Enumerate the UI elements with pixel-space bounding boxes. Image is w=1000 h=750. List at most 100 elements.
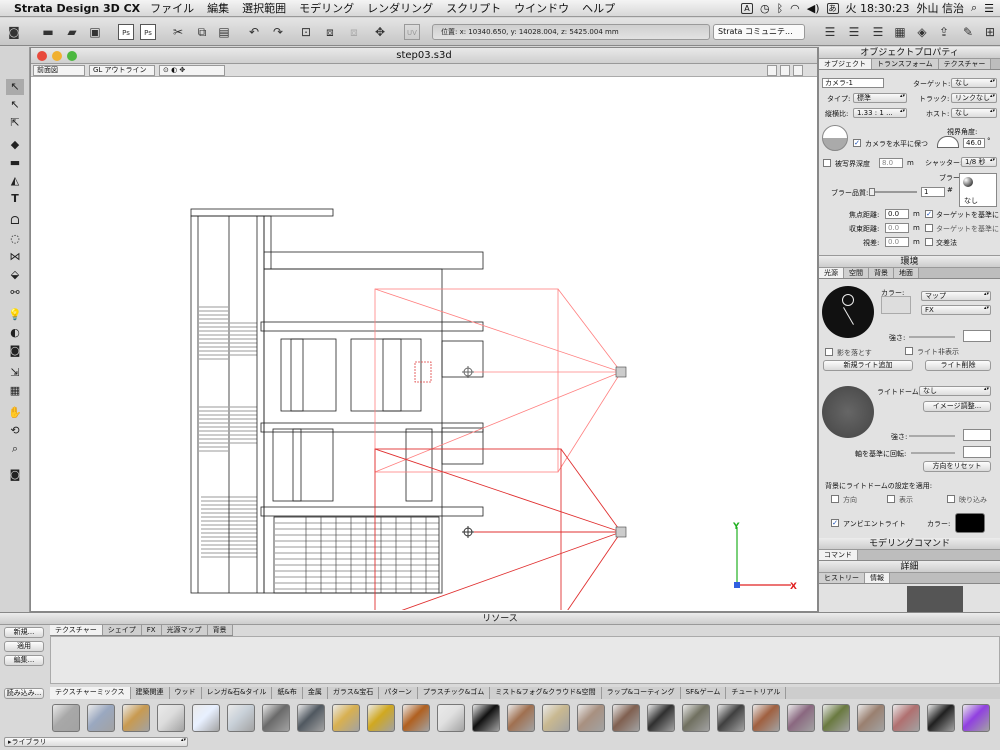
close-window-icon[interactable] bbox=[37, 51, 47, 61]
ungroup-icon[interactable]: ⧈ bbox=[346, 24, 362, 40]
apply-resource-button[interactable]: 適用 bbox=[4, 641, 44, 652]
split-view-icon[interactable] bbox=[767, 65, 777, 76]
user-name[interactable]: 外山 信治 bbox=[916, 0, 964, 16]
strength-slider[interactable] bbox=[909, 336, 955, 338]
texture-swatch[interactable] bbox=[227, 704, 255, 732]
palette-icon[interactable]: ▦ bbox=[892, 24, 908, 40]
focal-field[interactable]: 0.0 bbox=[885, 209, 909, 219]
clock[interactable]: 火 18:30:23 bbox=[846, 0, 910, 16]
texture-swatch[interactable] bbox=[192, 704, 220, 732]
light-preview[interactable] bbox=[822, 286, 874, 338]
tab-background[interactable]: 背景 bbox=[869, 268, 894, 278]
texture-swatch[interactable] bbox=[787, 704, 815, 732]
new-resource-button[interactable]: 新規... bbox=[4, 627, 44, 638]
texture-swatch[interactable] bbox=[437, 704, 465, 732]
group-icon[interactable]: ⧈ bbox=[322, 24, 338, 40]
menu-rendering[interactable]: レンダリング bbox=[367, 0, 433, 16]
category-tab[interactable]: 紙&布 bbox=[272, 687, 303, 699]
texture-swatch[interactable] bbox=[507, 704, 535, 732]
light-color-swatch[interactable] bbox=[881, 296, 911, 314]
wifi-icon[interactable]: ◠ bbox=[790, 2, 800, 15]
map-select[interactable]: マップ bbox=[921, 291, 991, 301]
target-base-checkbox-1[interactable]: ✓ bbox=[925, 210, 933, 218]
category-tab[interactable]: ラップ&コーティング bbox=[601, 687, 681, 699]
bluetooth-icon[interactable]: ᛒ bbox=[777, 2, 784, 15]
redo-icon[interactable]: ↷ bbox=[270, 24, 286, 40]
select-group-icon[interactable]: ⇱ bbox=[6, 115, 24, 131]
strength-field[interactable] bbox=[963, 330, 991, 342]
camera-tool-icon[interactable]: ◙ bbox=[6, 343, 24, 359]
track-select[interactable]: リンクなし bbox=[951, 93, 997, 103]
script-icon[interactable]: ✎ bbox=[960, 24, 976, 40]
tab-lightmap[interactable]: 光源マップ bbox=[161, 625, 208, 635]
fx-select[interactable]: FX bbox=[921, 305, 991, 315]
new-light-button[interactable]: 新規ライト追加 bbox=[823, 360, 913, 371]
tab-info[interactable]: 情報 bbox=[865, 573, 890, 583]
delete-light-button[interactable]: ライト削除 bbox=[925, 360, 991, 371]
cast-shadow-checkbox[interactable] bbox=[825, 348, 833, 356]
edit-resource-button[interactable]: 編集... bbox=[4, 655, 44, 666]
category-tab[interactable]: ウッド bbox=[169, 687, 202, 699]
tab-ground[interactable]: 地面 bbox=[894, 268, 919, 278]
paste-icon[interactable]: ▤ bbox=[216, 24, 232, 40]
tab-shapes[interactable]: シェイプ bbox=[102, 625, 142, 635]
texture-swatch[interactable] bbox=[367, 704, 395, 732]
blur-preview[interactable]: なし bbox=[959, 173, 997, 207]
undo-icon[interactable]: ↶ bbox=[246, 24, 262, 40]
target-select[interactable]: なし bbox=[951, 78, 997, 88]
tab-light[interactable]: 光源 bbox=[819, 268, 844, 278]
texture-swatch[interactable] bbox=[647, 704, 675, 732]
texture-swatch[interactable] bbox=[717, 704, 745, 732]
transform-icon[interactable]: ✥ bbox=[372, 24, 388, 40]
category-tab[interactable]: パターン bbox=[379, 687, 418, 699]
grid-view-icon[interactable] bbox=[780, 65, 790, 76]
hide-light-checkbox[interactable] bbox=[905, 347, 913, 355]
uv-icon[interactable]: UV bbox=[404, 24, 420, 40]
texture-swatch[interactable] bbox=[857, 704, 885, 732]
light-dome-preview[interactable] bbox=[822, 386, 874, 438]
direction-checkbox[interactable] bbox=[831, 495, 839, 503]
paint-icon[interactable]: ◭ bbox=[6, 173, 24, 189]
align-center-icon[interactable]: ☰ bbox=[846, 24, 862, 40]
hand-icon[interactable]: ✋ bbox=[6, 405, 24, 421]
fov-field[interactable]: 46.0 bbox=[963, 138, 985, 148]
cut-icon[interactable]: ✂ bbox=[170, 24, 186, 40]
texture-swatch[interactable] bbox=[402, 704, 430, 732]
texture-swatch[interactable] bbox=[962, 704, 990, 732]
ime-icon[interactable]: あ bbox=[826, 2, 839, 14]
reflect-checkbox[interactable] bbox=[947, 495, 955, 503]
texture-swatch[interactable] bbox=[52, 704, 80, 732]
new-doc-icon[interactable]: ▬ bbox=[40, 24, 56, 40]
app-menu[interactable]: Strata Design 3D CX bbox=[14, 2, 140, 15]
texture-swatch[interactable] bbox=[682, 704, 710, 732]
rect-icon[interactable]: ▬ bbox=[6, 155, 24, 171]
texture-swatch[interactable] bbox=[87, 704, 115, 732]
tab-command[interactable]: コマンド bbox=[819, 550, 858, 560]
spotlight-icon[interactable]: ⌕ bbox=[971, 1, 977, 15]
convergence-field[interactable]: 0.0 bbox=[885, 223, 909, 233]
category-tab[interactable]: ミスト&フォグ&クラウド&空間 bbox=[490, 687, 602, 699]
copy-icon[interactable]: ⧉ bbox=[194, 24, 210, 40]
menu-selection[interactable]: 選択範囲 bbox=[242, 0, 286, 16]
shutter-select[interactable]: 1/8 秒 bbox=[961, 157, 997, 167]
texture-swatch[interactable] bbox=[122, 704, 150, 732]
select-arrow-icon[interactable]: ↖ bbox=[6, 79, 24, 95]
align-right-icon[interactable]: ☰ bbox=[870, 24, 886, 40]
minimize-window-icon[interactable] bbox=[52, 51, 62, 61]
type-select[interactable]: 標準 bbox=[853, 93, 907, 103]
menu-modeling[interactable]: モデリング bbox=[299, 0, 354, 16]
texture-swatch[interactable] bbox=[927, 704, 955, 732]
texture-swatch[interactable] bbox=[892, 704, 920, 732]
grid-icon[interactable]: ▦ bbox=[6, 383, 24, 399]
photoshop-icon[interactable]: Ps bbox=[118, 24, 134, 40]
fit-view-icon[interactable]: ⊡ bbox=[298, 24, 314, 40]
community-dropdown[interactable]: Strata コミュニテ... bbox=[713, 24, 805, 40]
tab-textures[interactable]: テクスチャー bbox=[50, 625, 103, 635]
tab-space[interactable]: 空間 bbox=[844, 268, 869, 278]
modeling-viewport[interactable]: Y X bbox=[31, 77, 817, 610]
texture-swatch[interactable] bbox=[297, 704, 325, 732]
target-base-checkbox-2[interactable] bbox=[925, 224, 933, 232]
text-tool-icon[interactable]: T bbox=[6, 191, 24, 207]
render-camera-icon[interactable]: ◙ bbox=[6, 467, 24, 483]
library-select[interactable]: ▸ライブラリ bbox=[4, 737, 188, 747]
